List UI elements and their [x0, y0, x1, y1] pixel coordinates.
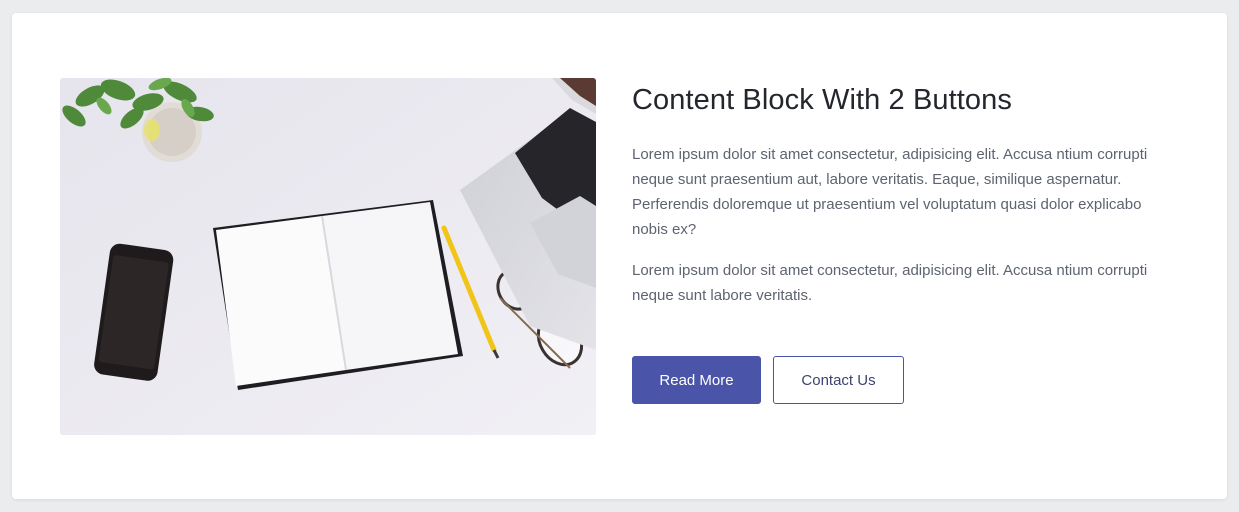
button-group: Read More Contact Us — [632, 356, 904, 404]
desk-photo — [60, 78, 596, 435]
notebook — [213, 200, 463, 390]
body-paragraph-1: Lorem ipsum dolor sit amet consectetur, … — [632, 146, 1148, 238]
contact-us-button[interactable]: Contact Us — [773, 356, 904, 404]
read-more-button[interactable]: Read More — [632, 356, 761, 404]
content-text: Content Block With 2 Buttons Lorem ipsum… — [632, 82, 1172, 308]
body-paragraph-2: Lorem ipsum dolor sit amet consectetur, … — [632, 262, 1148, 304]
block-title: Content Block With 2 Buttons — [632, 84, 1012, 116]
